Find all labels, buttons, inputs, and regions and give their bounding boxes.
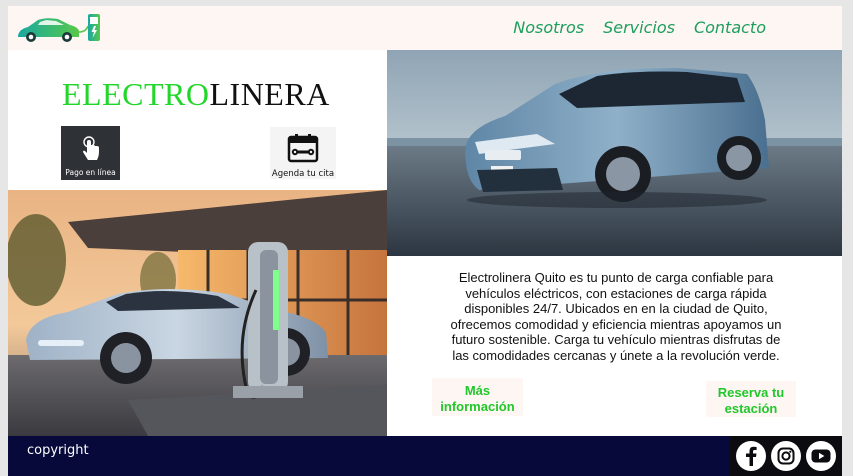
reserve-station-button[interactable]: Reserva tu estación — [706, 381, 796, 417]
calendar-wrench-icon — [287, 134, 319, 163]
schedule-appointment-button[interactable]: Agenda tu cita — [270, 127, 336, 179]
electric-car-logo-icon[interactable] — [16, 12, 104, 44]
more-info-button[interactable]: Más información — [432, 378, 523, 416]
youtube-icon[interactable] — [805, 441, 836, 471]
charging-station-image — [8, 190, 387, 436]
touch-hand-icon — [82, 136, 99, 160]
page: Nosotros Servicios Contacto ELECTROLINER… — [8, 6, 842, 476]
pay-online-label: Pago en línea — [65, 168, 116, 177]
pay-online-button[interactable]: Pago en línea — [61, 126, 120, 180]
brand-title-part1: ELECTRO — [62, 76, 210, 112]
intro-description: Electrolinera Quito es tu punto de carga… — [450, 270, 782, 363]
nav-contacto[interactable]: Contacto — [694, 18, 766, 37]
electric-suv-image — [387, 50, 842, 256]
facebook-icon[interactable] — [736, 441, 767, 471]
schedule-appointment-label: Agenda tu cita — [271, 169, 335, 179]
header: Nosotros Servicios Contacto — [8, 6, 842, 50]
nav-nosotros[interactable]: Nosotros — [513, 18, 584, 37]
copyright-text: copyright — [27, 443, 89, 458]
brand-title-part2: LINERA — [209, 76, 330, 112]
social-links — [730, 436, 842, 476]
brand-title: ELECTROLINERA — [62, 76, 330, 113]
footer: copyright — [8, 436, 842, 476]
nav-servicios[interactable]: Servicios — [603, 18, 675, 37]
main-nav: Nosotros Servicios Contacto — [513, 18, 766, 37]
brand-panel: ELECTROLINERA Pago en línea Agenda tu ci… — [8, 50, 387, 190]
instagram-icon[interactable] — [770, 441, 801, 471]
